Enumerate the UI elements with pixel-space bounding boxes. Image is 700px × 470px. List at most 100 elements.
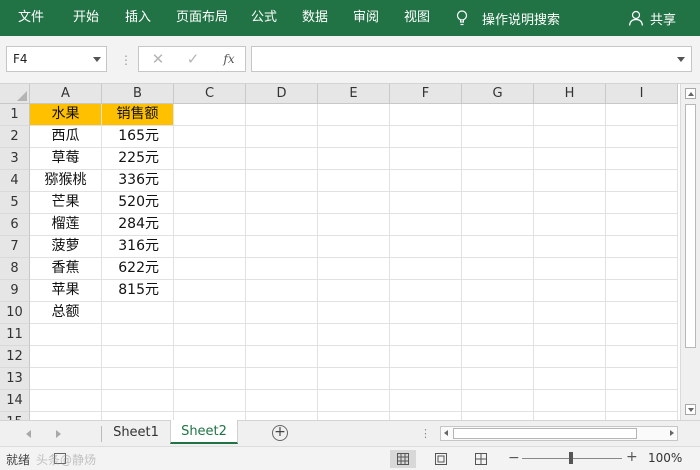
- cell-h1[interactable]: [534, 104, 606, 126]
- row-header-1[interactable]: 1: [0, 104, 30, 126]
- cell-g10[interactable]: [462, 302, 534, 324]
- cell-e12[interactable]: [318, 346, 390, 368]
- cell-c14[interactable]: [174, 390, 246, 412]
- cell-c13[interactable]: [174, 368, 246, 390]
- page-break-view-button[interactable]: [468, 450, 494, 468]
- cell-a6[interactable]: 榴莲: [30, 214, 102, 236]
- cell-f5[interactable]: [390, 192, 462, 214]
- cell-i13[interactable]: [606, 368, 678, 390]
- share-button[interactable]: 共享: [628, 0, 676, 36]
- cell-c12[interactable]: [174, 346, 246, 368]
- cell-h12[interactable]: [534, 346, 606, 368]
- cell-c3[interactable]: [174, 148, 246, 170]
- cell-e2[interactable]: [318, 126, 390, 148]
- cell-d8[interactable]: [246, 258, 318, 280]
- worksheet-grid[interactable]: A B C D E F G H I 1 水果 销售额 2 西瓜 165元 3 草莓 225元 4 猕猴桃 336元 5 芒果…: [0, 84, 680, 420]
- cell-f13[interactable]: [390, 368, 462, 390]
- page-layout-view-button[interactable]: [428, 450, 454, 468]
- cell-g12[interactable]: [462, 346, 534, 368]
- column-header-e[interactable]: E: [318, 84, 390, 104]
- cell-b15[interactable]: [102, 412, 174, 420]
- cell-a8[interactable]: 香蕉: [30, 258, 102, 280]
- cell-d7[interactable]: [246, 236, 318, 258]
- scroll-down-icon[interactable]: [685, 404, 696, 415]
- cell-i8[interactable]: [606, 258, 678, 280]
- cell-h4[interactable]: [534, 170, 606, 192]
- cell-a5[interactable]: 芒果: [30, 192, 102, 214]
- cell-a2[interactable]: 西瓜: [30, 126, 102, 148]
- cell-e10[interactable]: [318, 302, 390, 324]
- insert-function-icon[interactable]: fx: [217, 47, 241, 71]
- ribbon-tab-file[interactable]: 文件: [18, 0, 44, 36]
- cell-c2[interactable]: [174, 126, 246, 148]
- cell-g5[interactable]: [462, 192, 534, 214]
- cell-g11[interactable]: [462, 324, 534, 346]
- cell-a10[interactable]: 总额: [30, 302, 102, 324]
- cell-a4[interactable]: 猕猴桃: [30, 170, 102, 192]
- cell-i7[interactable]: [606, 236, 678, 258]
- cell-f8[interactable]: [390, 258, 462, 280]
- vertical-scroll-thumb[interactable]: [685, 104, 696, 348]
- add-sheet-icon[interactable]: +: [272, 425, 288, 441]
- row-header-5[interactable]: 5: [0, 192, 30, 214]
- cell-g4[interactable]: [462, 170, 534, 192]
- cell-d9[interactable]: [246, 280, 318, 302]
- cell-a3[interactable]: 草莓: [30, 148, 102, 170]
- name-box[interactable]: F4: [6, 46, 107, 72]
- cell-c15[interactable]: [174, 412, 246, 420]
- cell-b14[interactable]: [102, 390, 174, 412]
- cell-f12[interactable]: [390, 346, 462, 368]
- cell-h9[interactable]: [534, 280, 606, 302]
- cell-a13[interactable]: [30, 368, 102, 390]
- zoom-in-button[interactable]: +: [626, 449, 638, 465]
- name-box-dropdown-icon[interactable]: [93, 57, 101, 62]
- tell-me-search[interactable]: 操作说明搜索: [456, 0, 560, 36]
- row-header-3[interactable]: 3: [0, 148, 30, 170]
- cell-d10[interactable]: [246, 302, 318, 324]
- cell-d3[interactable]: [246, 148, 318, 170]
- column-header-b[interactable]: B: [102, 84, 174, 104]
- cell-a14[interactable]: [30, 390, 102, 412]
- cell-d5[interactable]: [246, 192, 318, 214]
- row-header-8[interactable]: 8: [0, 258, 30, 280]
- cell-b8[interactable]: 622元: [102, 258, 174, 280]
- cell-g2[interactable]: [462, 126, 534, 148]
- cell-f11[interactable]: [390, 324, 462, 346]
- formula-input[interactable]: [251, 46, 692, 72]
- row-header-10[interactable]: 10: [0, 302, 30, 324]
- cell-i5[interactable]: [606, 192, 678, 214]
- cell-b12[interactable]: [102, 346, 174, 368]
- cell-f4[interactable]: [390, 170, 462, 192]
- cell-i1[interactable]: [606, 104, 678, 126]
- cell-i3[interactable]: [606, 148, 678, 170]
- cell-b13[interactable]: [102, 368, 174, 390]
- cell-d12[interactable]: [246, 346, 318, 368]
- cell-d4[interactable]: [246, 170, 318, 192]
- horizontal-scrollbar[interactable]: [440, 426, 678, 441]
- expand-formula-bar-icon[interactable]: [677, 57, 685, 62]
- cell-g8[interactable]: [462, 258, 534, 280]
- cell-c1[interactable]: [174, 104, 246, 126]
- cell-b11[interactable]: [102, 324, 174, 346]
- split-handle-icon[interactable]: ⋮: [420, 427, 431, 440]
- cell-d14[interactable]: [246, 390, 318, 412]
- cell-g1[interactable]: [462, 104, 534, 126]
- cell-b10[interactable]: [102, 302, 174, 324]
- zoom-level[interactable]: 100%: [648, 451, 682, 465]
- cell-b5[interactable]: 520元: [102, 192, 174, 214]
- cell-e6[interactable]: [318, 214, 390, 236]
- column-header-h[interactable]: H: [534, 84, 606, 104]
- cell-e14[interactable]: [318, 390, 390, 412]
- cell-h3[interactable]: [534, 148, 606, 170]
- cell-d15[interactable]: [246, 412, 318, 420]
- cell-i10[interactable]: [606, 302, 678, 324]
- cell-h10[interactable]: [534, 302, 606, 324]
- cell-i2[interactable]: [606, 126, 678, 148]
- cell-h2[interactable]: [534, 126, 606, 148]
- cell-f2[interactable]: [390, 126, 462, 148]
- ribbon-tab-insert[interactable]: 插入: [125, 0, 151, 36]
- row-header-13[interactable]: 13: [0, 368, 30, 390]
- ribbon-tab-formulas[interactable]: 公式: [251, 0, 277, 36]
- cell-d1[interactable]: [246, 104, 318, 126]
- cell-e1[interactable]: [318, 104, 390, 126]
